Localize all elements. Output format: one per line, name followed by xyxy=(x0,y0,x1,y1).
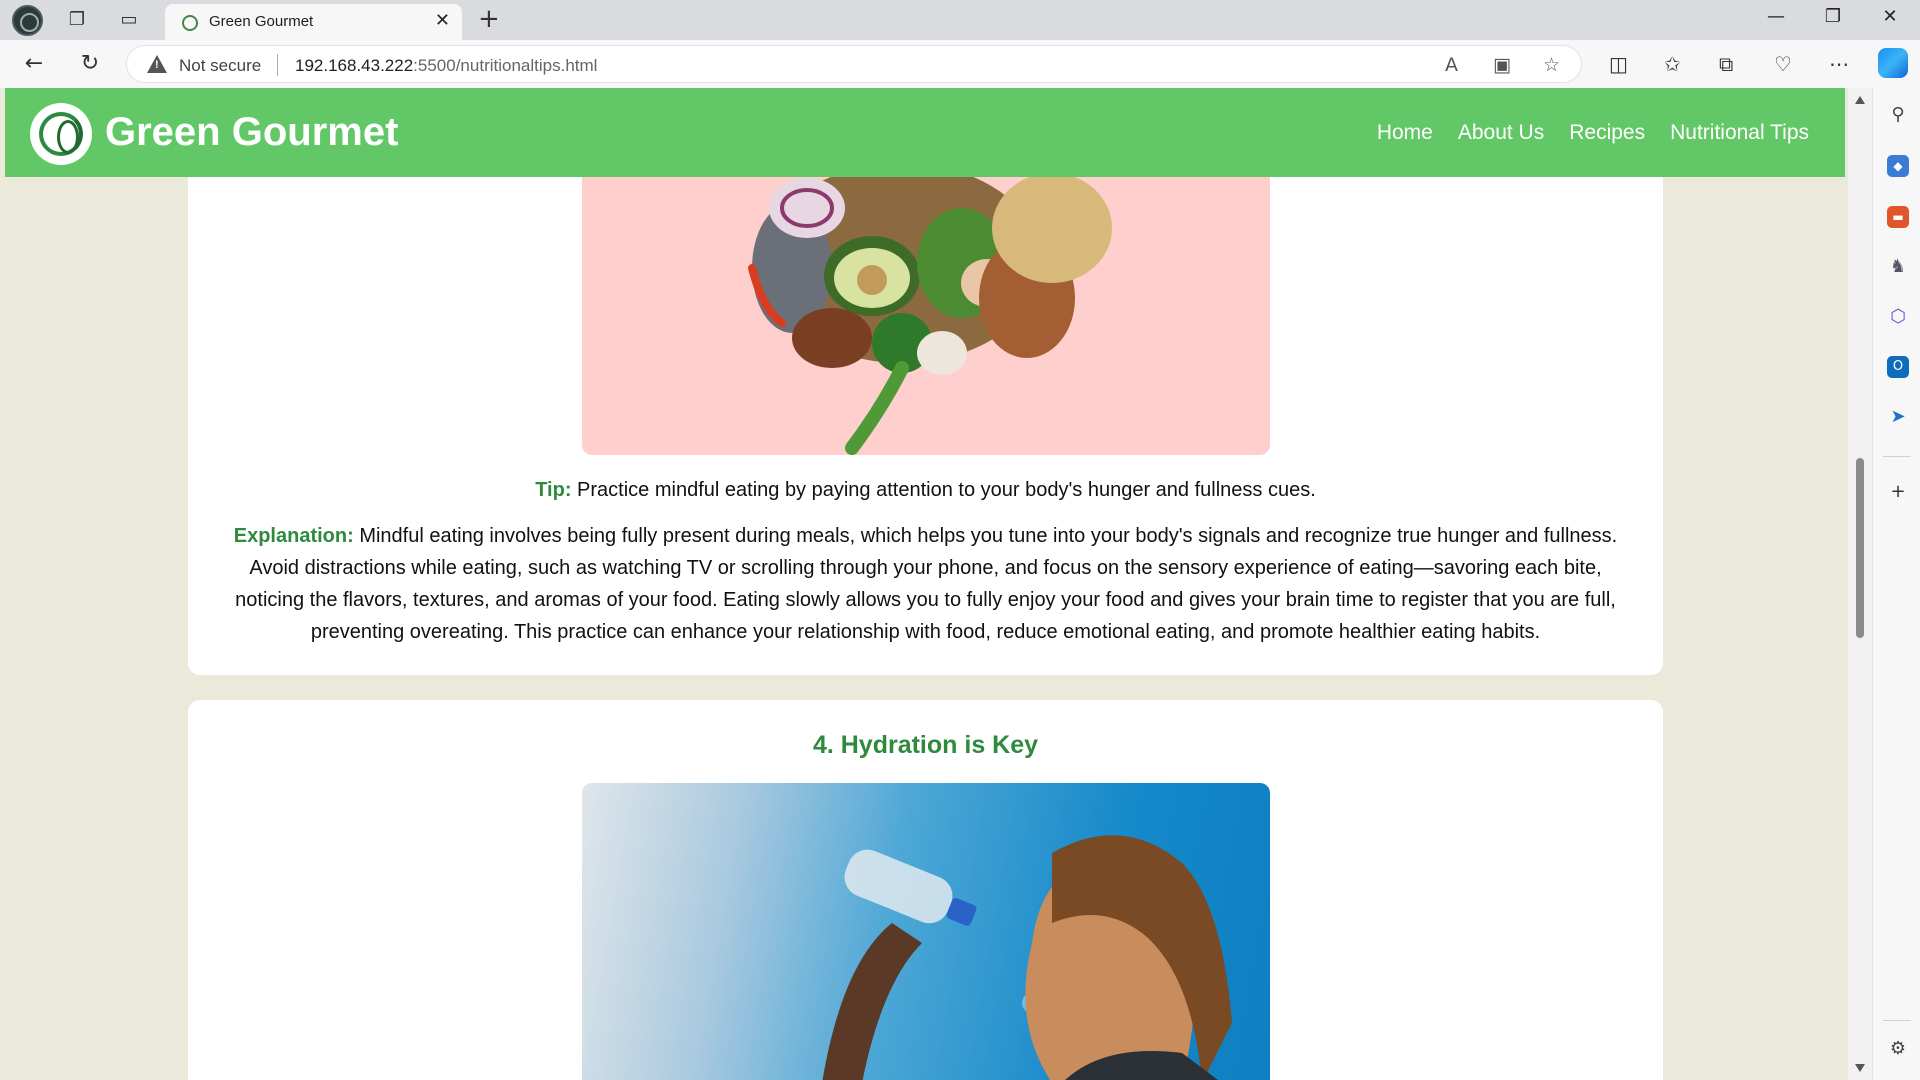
close-tab-icon[interactable]: ✕ xyxy=(435,10,450,31)
sidebar-divider xyxy=(1883,456,1911,457)
outlook-icon[interactable]: O xyxy=(1887,356,1909,378)
search-icon[interactable]: ⚲ xyxy=(1887,104,1909,126)
profile-avatar[interactable] xyxy=(12,5,43,36)
tools-icon[interactable]: ▬ xyxy=(1887,206,1909,228)
page-viewport: Green Gourmet Home About Us Recipes Nutr… xyxy=(0,88,1872,1080)
vertical-tabs-icon[interactable]: ▭ xyxy=(117,8,141,32)
edge-sidebar: ⚲ ◆ ▬ ♞ ⬡ O ➤ + ⚙ xyxy=(1872,88,1920,1080)
hydration-image xyxy=(582,783,1270,1080)
back-button[interactable]: ← xyxy=(20,50,48,78)
address-bar[interactable]: Not secure 192.168.43.222:5500/nutrition… xyxy=(126,45,1582,83)
page-scrollbar[interactable] xyxy=(1848,88,1872,1080)
explanation-label: Explanation: xyxy=(233,525,354,547)
url-path: :5500/nutritionaltips.html xyxy=(413,56,598,75)
url-text[interactable]: 192.168.43.222:5500/nutritionaltips.html xyxy=(295,56,597,76)
telegram-icon[interactable]: ➤ xyxy=(1887,406,1909,428)
restore-button[interactable]: ❐ xyxy=(1818,6,1848,27)
immersive-reader-icon[interactable]: ▣ xyxy=(1493,54,1511,76)
tip-body: Practice mindful eating by paying attent… xyxy=(571,479,1316,501)
nav-recipes[interactable]: Recipes xyxy=(1569,121,1645,145)
site-header: Green Gourmet Home About Us Recipes Nutr… xyxy=(5,88,1845,177)
collections-icon[interactable]: ⧉ xyxy=(1719,52,1733,76)
refresh-button[interactable]: ↻ xyxy=(76,50,104,78)
shopping-tag-icon[interactable]: ◆ xyxy=(1887,155,1909,177)
tip-card-hydration: 4. Hydration is Key xyxy=(188,700,1663,1080)
browser-toolbar: ← ↻ Not secure 192.168.43.222:5500/nutri… xyxy=(0,40,1920,88)
browser-tab-active[interactable]: Green Gourmet ✕ xyxy=(165,4,462,40)
sidebar-settings-icon[interactable]: ⚙ xyxy=(1887,1038,1909,1060)
split-screen-icon[interactable]: ◫ xyxy=(1609,52,1628,76)
scroll-up-arrow-icon[interactable] xyxy=(1855,96,1865,104)
copilot-icon[interactable] xyxy=(1878,48,1908,78)
explanation-text: Explanation: Mindful eating involves bei… xyxy=(228,520,1623,648)
close-window-button[interactable]: ✕ xyxy=(1875,6,1905,27)
woman-drinking-water-illustration xyxy=(822,835,1232,1080)
add-sidebar-app-icon[interactable]: + xyxy=(1887,481,1909,503)
microsoft-365-icon[interactable]: ⬡ xyxy=(1887,306,1909,328)
browser-essentials-icon[interactable]: ♡ xyxy=(1774,52,1792,76)
tip-heading: 4. Hydration is Key xyxy=(812,731,1039,759)
site-logo[interactable] xyxy=(30,103,92,165)
tab-title: Green Gourmet xyxy=(209,13,314,30)
explanation-body: Mindful eating involves being fully pres… xyxy=(235,525,1618,643)
tip-text: Tip: Practice mindful eating by paying a… xyxy=(188,479,1663,502)
security-status[interactable]: Not secure xyxy=(179,56,261,76)
url-divider xyxy=(277,54,278,76)
url-host: 192.168.43.222 xyxy=(295,56,414,75)
favorites-icon[interactable]: ✩ xyxy=(1664,52,1681,76)
games-icon[interactable]: ♞ xyxy=(1887,256,1909,278)
new-tab-button[interactable]: + xyxy=(478,4,500,34)
warning-icon xyxy=(147,55,167,73)
nav-about-us[interactable]: About Us xyxy=(1458,121,1544,145)
scroll-down-arrow-icon[interactable] xyxy=(1855,1064,1865,1072)
favorite-star-icon[interactable]: ☆ xyxy=(1543,54,1560,76)
nav-home[interactable]: Home xyxy=(1377,121,1433,145)
tip-label: Tip: xyxy=(535,479,572,501)
nav-nutritional-tips[interactable]: Nutritional Tips xyxy=(1670,121,1809,145)
site-title[interactable]: Green Gourmet xyxy=(105,110,398,155)
site-favicon-icon xyxy=(182,15,198,31)
workspaces-icon[interactable]: ❐ xyxy=(65,8,89,32)
logo-mark-icon xyxy=(39,112,83,156)
read-aloud-icon[interactable]: A xyxy=(1445,54,1458,76)
sidebar-divider-bottom xyxy=(1883,1020,1911,1021)
more-menu-icon[interactable]: ⋯ xyxy=(1829,52,1849,76)
main-nav: Home About Us Recipes Nutritional Tips xyxy=(1377,121,1809,145)
browser-tab-bar: ❐ ▭ Green Gourmet ✕ + — ❐ ✕ xyxy=(0,0,1920,40)
scroll-thumb[interactable] xyxy=(1856,458,1864,638)
minimize-button[interactable]: — xyxy=(1761,6,1791,27)
